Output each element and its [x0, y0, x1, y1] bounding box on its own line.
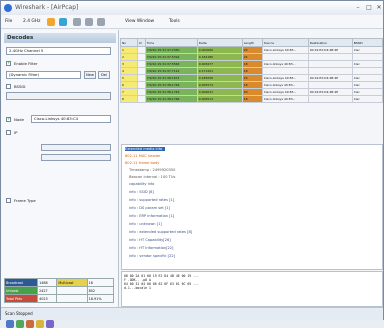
- tree-item[interactable]: info : SSID [8]: [129, 190, 154, 194]
- grid-icon[interactable]: [97, 18, 105, 26]
- tools-menu[interactable]: Tools: [169, 17, 180, 27]
- hex-view: 08 00 2A 01 00 19 E2 D4 4B 4E 00 19 ... …: [121, 271, 383, 307]
- new-filter-button[interactable]: New: [84, 71, 96, 79]
- toolbar: File 2.4 GHz View Window Tools: [1, 15, 383, 29]
- tree-item[interactable]: info : DS param set [1]: [129, 206, 170, 210]
- status-bar: Scan Stopped: [1, 307, 383, 320]
- main-window: Wireshark - [AirPcap] – □ ✕ File 2.4 GHz…: [0, 0, 384, 328]
- stats-icon[interactable]: [16, 320, 24, 328]
- tree-item[interactable]: capability info: [129, 182, 154, 186]
- stop-icon[interactable]: [85, 18, 93, 26]
- table-row[interactable]: 3 7/9/10 15:31:37.5563 0.008477 18 Cisco-lin…: [120, 60, 384, 68]
- tree-item[interactable]: Timestamp : 2499920350: [129, 168, 175, 172]
- tree-item[interactable]: 802.11 frame body: [125, 161, 159, 165]
- enable-filter-label: Enable Filter: [14, 61, 38, 66]
- view-window-button[interactable]: View Window: [125, 17, 154, 27]
- bssid-field[interactable]: [6, 92, 111, 100]
- tree-item[interactable]: info : ERP information [1]: [129, 214, 174, 218]
- node-label: Node: [14, 117, 24, 122]
- table-row[interactable]: 5 7/9/10 15:31:38.1672 0.185056 20 Cisco-Lin…: [120, 74, 384, 82]
- delete-filter-button[interactable]: Del: [98, 71, 110, 79]
- close-icon[interactable]: ✕: [374, 3, 384, 12]
- table-row[interactable]: 7 7/9/10 15:31:38.1763 0.006031 20 Cisco-Lin…: [120, 88, 384, 96]
- bssid-checkbox[interactable]: [6, 84, 11, 89]
- tree-item[interactable]: 802.11 MAC header: [125, 154, 161, 158]
- enable-filter-checkbox[interactable]: [6, 60, 11, 66]
- tree-item[interactable]: info : vendor specific [22]: [129, 254, 175, 258]
- table-row[interactable]: 1 7/9/10 15:31:37.2350 0.000000 20 Cisco-Lin…: [120, 46, 384, 54]
- table-row[interactable]: 4 7/9/10 15:31:37.7112 0.171201 18: [120, 67, 384, 75]
- tree-item[interactable]: info : supported rates [1]: [129, 198, 174, 202]
- decode-icon[interactable]: [6, 320, 14, 328]
- title-bar: Wireshark - [AirPcap] – □ ✕: [1, 1, 383, 15]
- file-menu[interactable]: File: [5, 17, 12, 27]
- node-dropdown[interactable]: Cisco-Linksys 40:83:C4: [31, 115, 111, 123]
- window-title: Wireshark - [AirPcap]: [15, 4, 79, 11]
- packet-list-table: No Id Time Delta Length Source Destination BSSI…: [120, 38, 384, 103]
- node-icon[interactable]: [46, 320, 54, 328]
- ip-field-2[interactable]: [41, 154, 111, 161]
- bssid-label: BSSID: [14, 84, 26, 89]
- app-icon: [4, 4, 12, 12]
- frame-type-label: Frame Type: [14, 198, 36, 203]
- maximize-icon[interactable]: □: [364, 3, 374, 12]
- log-icon[interactable]: [36, 320, 44, 328]
- frame-type-checkbox[interactable]: [6, 198, 11, 203]
- decodes-header: Decodes: [4, 33, 116, 43]
- tree-item[interactable]: info : HT Capability[26]: [129, 238, 171, 242]
- filter-dropdown[interactable]: (Dynamic Filter): [6, 71, 81, 79]
- ip-label: IP: [14, 130, 18, 135]
- channel-dropdown[interactable]: 2.4GHz Channel 5: [6, 47, 111, 55]
- ip-field-1[interactable]: [41, 144, 111, 151]
- ip-checkbox[interactable]: [6, 130, 11, 135]
- left-panel: Decodes 2.4GHz Channel 5 Enable Filter (…: [1, 30, 119, 328]
- statistics-table: Broadcast 1488 Multicast 16 Unicast 2427 852 …: [3, 278, 115, 303]
- hex-ascii-line: d.1...bocale 1: [124, 286, 151, 290]
- status-text: Scan Stopped: [5, 311, 33, 316]
- filter-icon[interactable]: [59, 18, 67, 26]
- capture-icon[interactable]: [47, 18, 55, 26]
- table-row[interactable]: 6 7/9/10 15:31:38.1746 0.005574 18 Cisco-lin…: [120, 81, 384, 89]
- tree-item[interactable]: info : unknown [1]: [129, 222, 162, 226]
- tree-item[interactable]: info : extended supported rates [8]: [129, 230, 192, 234]
- chart-icon[interactable]: [26, 320, 34, 328]
- tree-item[interactable]: info : HT Information[22]: [129, 246, 173, 250]
- tree-item[interactable]: Beacon interval : 100 TUs: [129, 175, 175, 179]
- tree-item-selected[interactable]: Extended media info: [125, 147, 165, 151]
- play-icon[interactable]: [73, 18, 81, 26]
- channel-select[interactable]: 2.4 GHz: [23, 17, 40, 27]
- minimize-icon[interactable]: –: [353, 3, 363, 12]
- table-row[interactable]: 2 7/9/10 15:31:37.5324 0.184186 24: [120, 53, 384, 61]
- table-row[interactable]: 8 7/9/10 15:31:38.1766 0.006513 18 Cisco-lin…: [120, 95, 384, 103]
- packet-details-tree: Extended media info 802.11 MAC header 80…: [121, 144, 383, 270]
- node-checkbox[interactable]: [6, 116, 11, 122]
